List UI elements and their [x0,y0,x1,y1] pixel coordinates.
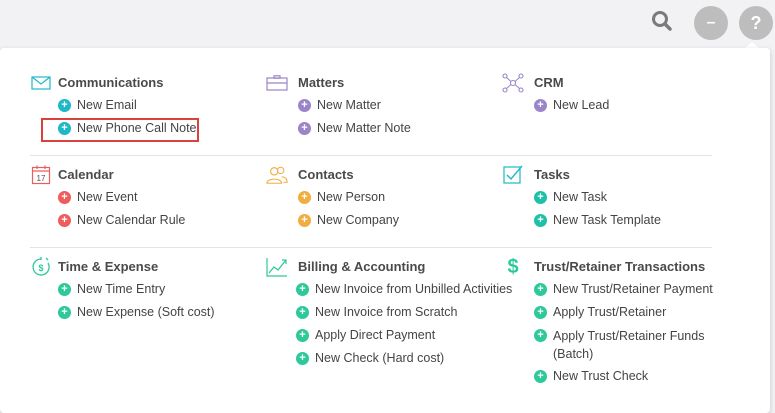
plus-icon: + [58,214,71,227]
section-title: Calendar [58,167,114,182]
section-communications: Communications + New Email + New Phone C… [30,73,250,163]
plus-icon: + [296,283,309,296]
plus-icon: + [58,306,71,319]
quick-create-menu: Communications + New Email + New Phone C… [0,48,770,413]
plus-icon: + [296,352,309,365]
checkbox-icon [502,165,524,185]
section-title: Communications [58,75,164,90]
svg-text:$: $ [38,263,43,273]
section-title: Time & Expense [58,259,159,274]
plus-icon: + [58,191,71,204]
plus-icon: + [298,191,311,204]
plus-icon: + [534,99,547,112]
section-contacts: Contacts + New Person + New Company [266,165,486,255]
section-title: Billing & Accounting [298,259,426,274]
plus-icon: + [58,122,71,135]
section-tasks: Tasks + New Task + New Task Template [502,165,742,255]
plus-icon: + [296,306,309,319]
line-chart-icon [266,257,288,277]
stopwatch-dollar-icon: $ [30,257,52,277]
dollar-icon: $ [507,256,519,278]
new-matter-note-link[interactable]: + New Matter Note [298,120,411,138]
new-event-link[interactable]: + New Event [58,189,137,207]
new-task-link[interactable]: + New Task [534,189,607,207]
plus-icon: + [534,329,547,342]
plus-icon: + [298,99,311,112]
calendar-icon: 17 [30,165,52,185]
section-billing: Billing & Accounting + New Invoice from … [266,257,512,377]
new-person-link[interactable]: + New Person [298,189,385,207]
svg-text:17: 17 [37,174,46,183]
apply-direct-payment-link[interactable]: + Apply Direct Payment [296,327,435,345]
new-expense-link[interactable]: + New Expense (Soft cost) [58,304,215,322]
contacts-icon [266,165,288,185]
plus-icon: + [298,214,311,227]
plus-icon: + [534,370,547,383]
search-icon[interactable] [648,7,676,35]
new-matter-link[interactable]: + New Matter [298,97,381,115]
section-crm: CRM + New Lead [502,73,742,163]
section-title: Matters [298,75,345,90]
plus-icon: + [58,283,71,296]
plus-icon: + [534,306,547,319]
section-title: Tasks [534,167,570,182]
new-phone-call-note-link[interactable]: + New Phone Call Note [58,120,197,138]
section-time-expense: $ Time & Expense + New Time Entry + New … [30,257,250,347]
plus-icon: + [296,329,309,342]
apply-trust-funds-batch-link[interactable]: + Apply Trust/Retainer Funds (Batch) [534,327,723,365]
plus-icon: + [534,283,547,296]
section-matters: Matters + New Matter + New Matter Note [266,73,486,163]
new-lead-link[interactable]: + New Lead [534,97,609,115]
new-email-link[interactable]: + New Email [58,97,137,115]
plus-icon: + [58,99,71,112]
help-button[interactable]: ? [739,6,773,40]
section-title: CRM [534,75,564,90]
divider [30,247,712,248]
new-trust-check-link[interactable]: + New Trust Check [534,368,648,386]
divider [30,155,712,156]
plus-icon: + [298,122,311,135]
plus-icon: + [534,214,547,227]
section-title: Trust/Retainer Transactions [534,259,706,274]
minimize-button[interactable]: – [694,6,728,40]
new-task-template-link[interactable]: + New Task Template [534,212,661,230]
new-invoice-unbilled-link[interactable]: + New Invoice from Unbilled Activities [296,281,512,299]
new-calendar-rule-link[interactable]: + New Calendar Rule [58,212,185,230]
new-time-entry-link[interactable]: + New Time Entry [58,281,165,299]
briefcase-icon [266,73,288,93]
new-company-link[interactable]: + New Company [298,212,399,230]
section-trust: $ Trust/Retainer Transactions + New Trus… [502,257,742,407]
new-invoice-scratch-link[interactable]: + New Invoice from Scratch [296,304,457,322]
network-icon [502,73,524,93]
section-calendar: 17 Calendar + New Event + New Calendar R… [30,165,250,255]
envelope-icon [30,73,52,93]
new-trust-payment-link[interactable]: + New Trust/Retainer Payment [534,281,713,299]
top-bar: – ? [0,0,775,46]
new-check-link[interactable]: + New Check (Hard cost) [296,350,444,368]
section-title: Contacts [298,167,354,182]
apply-trust-link[interactable]: + Apply Trust/Retainer [534,304,666,322]
plus-icon: + [534,191,547,204]
